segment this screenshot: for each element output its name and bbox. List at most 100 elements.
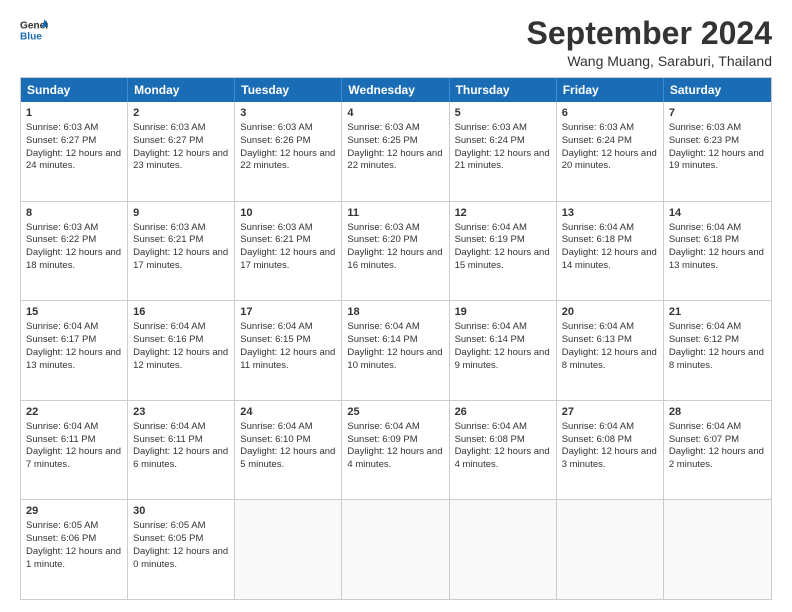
sunrise-text: Sunrise: 6:04 AM [669,421,741,432]
sunrise-text: Sunrise: 6:04 AM [562,222,634,233]
sunrise-text: Sunrise: 6:04 AM [455,321,527,332]
daylight-text: Daylight: 12 hours and 8 minutes. [562,347,657,371]
day-number: 24 [240,405,336,420]
sunset-text: Sunset: 6:09 PM [347,434,417,445]
header-thursday: Thursday [450,78,557,102]
sunset-text: Sunset: 6:19 PM [455,234,525,245]
calendar-cell: 24Sunrise: 6:04 AMSunset: 6:10 PMDayligh… [235,401,342,500]
calendar-row-1: 1Sunrise: 6:03 AMSunset: 6:27 PMDaylight… [21,102,771,201]
calendar-cell: 1Sunrise: 6:03 AMSunset: 6:27 PMDaylight… [21,102,128,201]
svg-text:Blue: Blue [20,31,42,42]
sunrise-text: Sunrise: 6:04 AM [455,222,527,233]
day-number: 6 [562,106,658,121]
daylight-text: Daylight: 12 hours and 8 minutes. [669,347,764,371]
header-friday: Friday [557,78,664,102]
sunrise-text: Sunrise: 6:04 AM [562,421,634,432]
daylight-text: Daylight: 12 hours and 9 minutes. [455,347,550,371]
day-number: 11 [347,206,443,221]
day-number: 2 [133,106,229,121]
sunrise-text: Sunrise: 6:04 AM [26,321,98,332]
sunrise-text: Sunrise: 6:04 AM [26,421,98,432]
calendar-row-5: 29Sunrise: 6:05 AMSunset: 6:06 PMDayligh… [21,499,771,599]
daylight-text: Daylight: 12 hours and 11 minutes. [240,347,335,371]
sunrise-text: Sunrise: 6:04 AM [240,321,312,332]
sunrise-text: Sunrise: 6:04 AM [240,421,312,432]
daylight-text: Daylight: 12 hours and 0 minutes. [133,546,228,570]
header-tuesday: Tuesday [235,78,342,102]
sunset-text: Sunset: 6:18 PM [669,234,739,245]
sunset-text: Sunset: 6:25 PM [347,135,417,146]
sunrise-text: Sunrise: 6:03 AM [133,222,205,233]
sunset-text: Sunset: 6:08 PM [562,434,632,445]
sunset-text: Sunset: 6:24 PM [455,135,525,146]
calendar-cell [235,500,342,599]
calendar-cell: 12Sunrise: 6:04 AMSunset: 6:19 PMDayligh… [450,202,557,301]
calendar-cell: 23Sunrise: 6:04 AMSunset: 6:11 PMDayligh… [128,401,235,500]
calendar-cell: 21Sunrise: 6:04 AMSunset: 6:12 PMDayligh… [664,301,771,400]
calendar-cell: 8Sunrise: 6:03 AMSunset: 6:22 PMDaylight… [21,202,128,301]
sunset-text: Sunset: 6:13 PM [562,334,632,345]
sunrise-text: Sunrise: 6:04 AM [133,421,205,432]
sunset-text: Sunset: 6:23 PM [669,135,739,146]
sunset-text: Sunset: 6:05 PM [133,533,203,544]
daylight-text: Daylight: 12 hours and 13 minutes. [669,247,764,271]
day-number: 28 [669,405,766,420]
daylight-text: Daylight: 12 hours and 12 minutes. [133,347,228,371]
calendar-cell: 15Sunrise: 6:04 AMSunset: 6:17 PMDayligh… [21,301,128,400]
day-number: 21 [669,305,766,320]
sunset-text: Sunset: 6:07 PM [669,434,739,445]
calendar-cell: 17Sunrise: 6:04 AMSunset: 6:15 PMDayligh… [235,301,342,400]
day-number: 17 [240,305,336,320]
day-number: 19 [455,305,551,320]
daylight-text: Daylight: 12 hours and 21 minutes. [455,148,550,172]
header-saturday: Saturday [664,78,771,102]
calendar-row-3: 15Sunrise: 6:04 AMSunset: 6:17 PMDayligh… [21,300,771,400]
calendar-cell: 27Sunrise: 6:04 AMSunset: 6:08 PMDayligh… [557,401,664,500]
day-number: 9 [133,206,229,221]
day-number: 16 [133,305,229,320]
daylight-text: Daylight: 12 hours and 5 minutes. [240,446,335,470]
daylight-text: Daylight: 12 hours and 4 minutes. [347,446,442,470]
logo-icon: General Blue [20,16,48,44]
calendar-cell: 18Sunrise: 6:04 AMSunset: 6:14 PMDayligh… [342,301,449,400]
daylight-text: Daylight: 12 hours and 22 minutes. [240,148,335,172]
day-number: 8 [26,206,122,221]
header-monday: Monday [128,78,235,102]
calendar-row-2: 8Sunrise: 6:03 AMSunset: 6:22 PMDaylight… [21,201,771,301]
day-number: 23 [133,405,229,420]
day-number: 5 [455,106,551,121]
day-number: 3 [240,106,336,121]
calendar-cell: 22Sunrise: 6:04 AMSunset: 6:11 PMDayligh… [21,401,128,500]
header-sunday: Sunday [21,78,128,102]
daylight-text: Daylight: 12 hours and 2 minutes. [669,446,764,470]
daylight-text: Daylight: 12 hours and 13 minutes. [26,347,121,371]
sunset-text: Sunset: 6:18 PM [562,234,632,245]
calendar-cell [450,500,557,599]
daylight-text: Daylight: 12 hours and 22 minutes. [347,148,442,172]
sunset-text: Sunset: 6:21 PM [133,234,203,245]
calendar-cell: 6Sunrise: 6:03 AMSunset: 6:24 PMDaylight… [557,102,664,201]
calendar-body: 1Sunrise: 6:03 AMSunset: 6:27 PMDaylight… [21,102,771,599]
sunset-text: Sunset: 6:26 PM [240,135,310,146]
sunrise-text: Sunrise: 6:04 AM [669,222,741,233]
day-number: 29 [26,504,122,519]
sunset-text: Sunset: 6:11 PM [26,434,96,445]
calendar-cell: 10Sunrise: 6:03 AMSunset: 6:21 PMDayligh… [235,202,342,301]
sunset-text: Sunset: 6:16 PM [133,334,203,345]
day-number: 13 [562,206,658,221]
daylight-text: Daylight: 12 hours and 17 minutes. [133,247,228,271]
sunrise-text: Sunrise: 6:04 AM [347,421,419,432]
day-number: 22 [26,405,122,420]
calendar-cell: 13Sunrise: 6:04 AMSunset: 6:18 PMDayligh… [557,202,664,301]
calendar-cell: 28Sunrise: 6:04 AM Sunset: 6:07 PMDayligh… [664,401,771,500]
calendar-cell: 16Sunrise: 6:04 AMSunset: 6:16 PMDayligh… [128,301,235,400]
header: General Blue September 2024 Wang Muang, … [20,16,772,69]
sunrise-text: Sunrise: 6:03 AM [455,122,527,133]
sunrise-text: Sunrise: 6:03 AM [26,222,98,233]
sunrise-text: Sunrise: 6:03 AM [347,122,419,133]
sunrise-text: Sunrise: 6:04 AM [455,421,527,432]
day-number: 4 [347,106,443,121]
calendar-cell: 5Sunrise: 6:03 AM Sunset: 6:24 PM Daylight… [450,102,557,201]
daylight-text: Daylight: 12 hours and 17 minutes. [240,247,335,271]
sunrise-text: Sunrise: 6:03 AM [133,122,205,133]
